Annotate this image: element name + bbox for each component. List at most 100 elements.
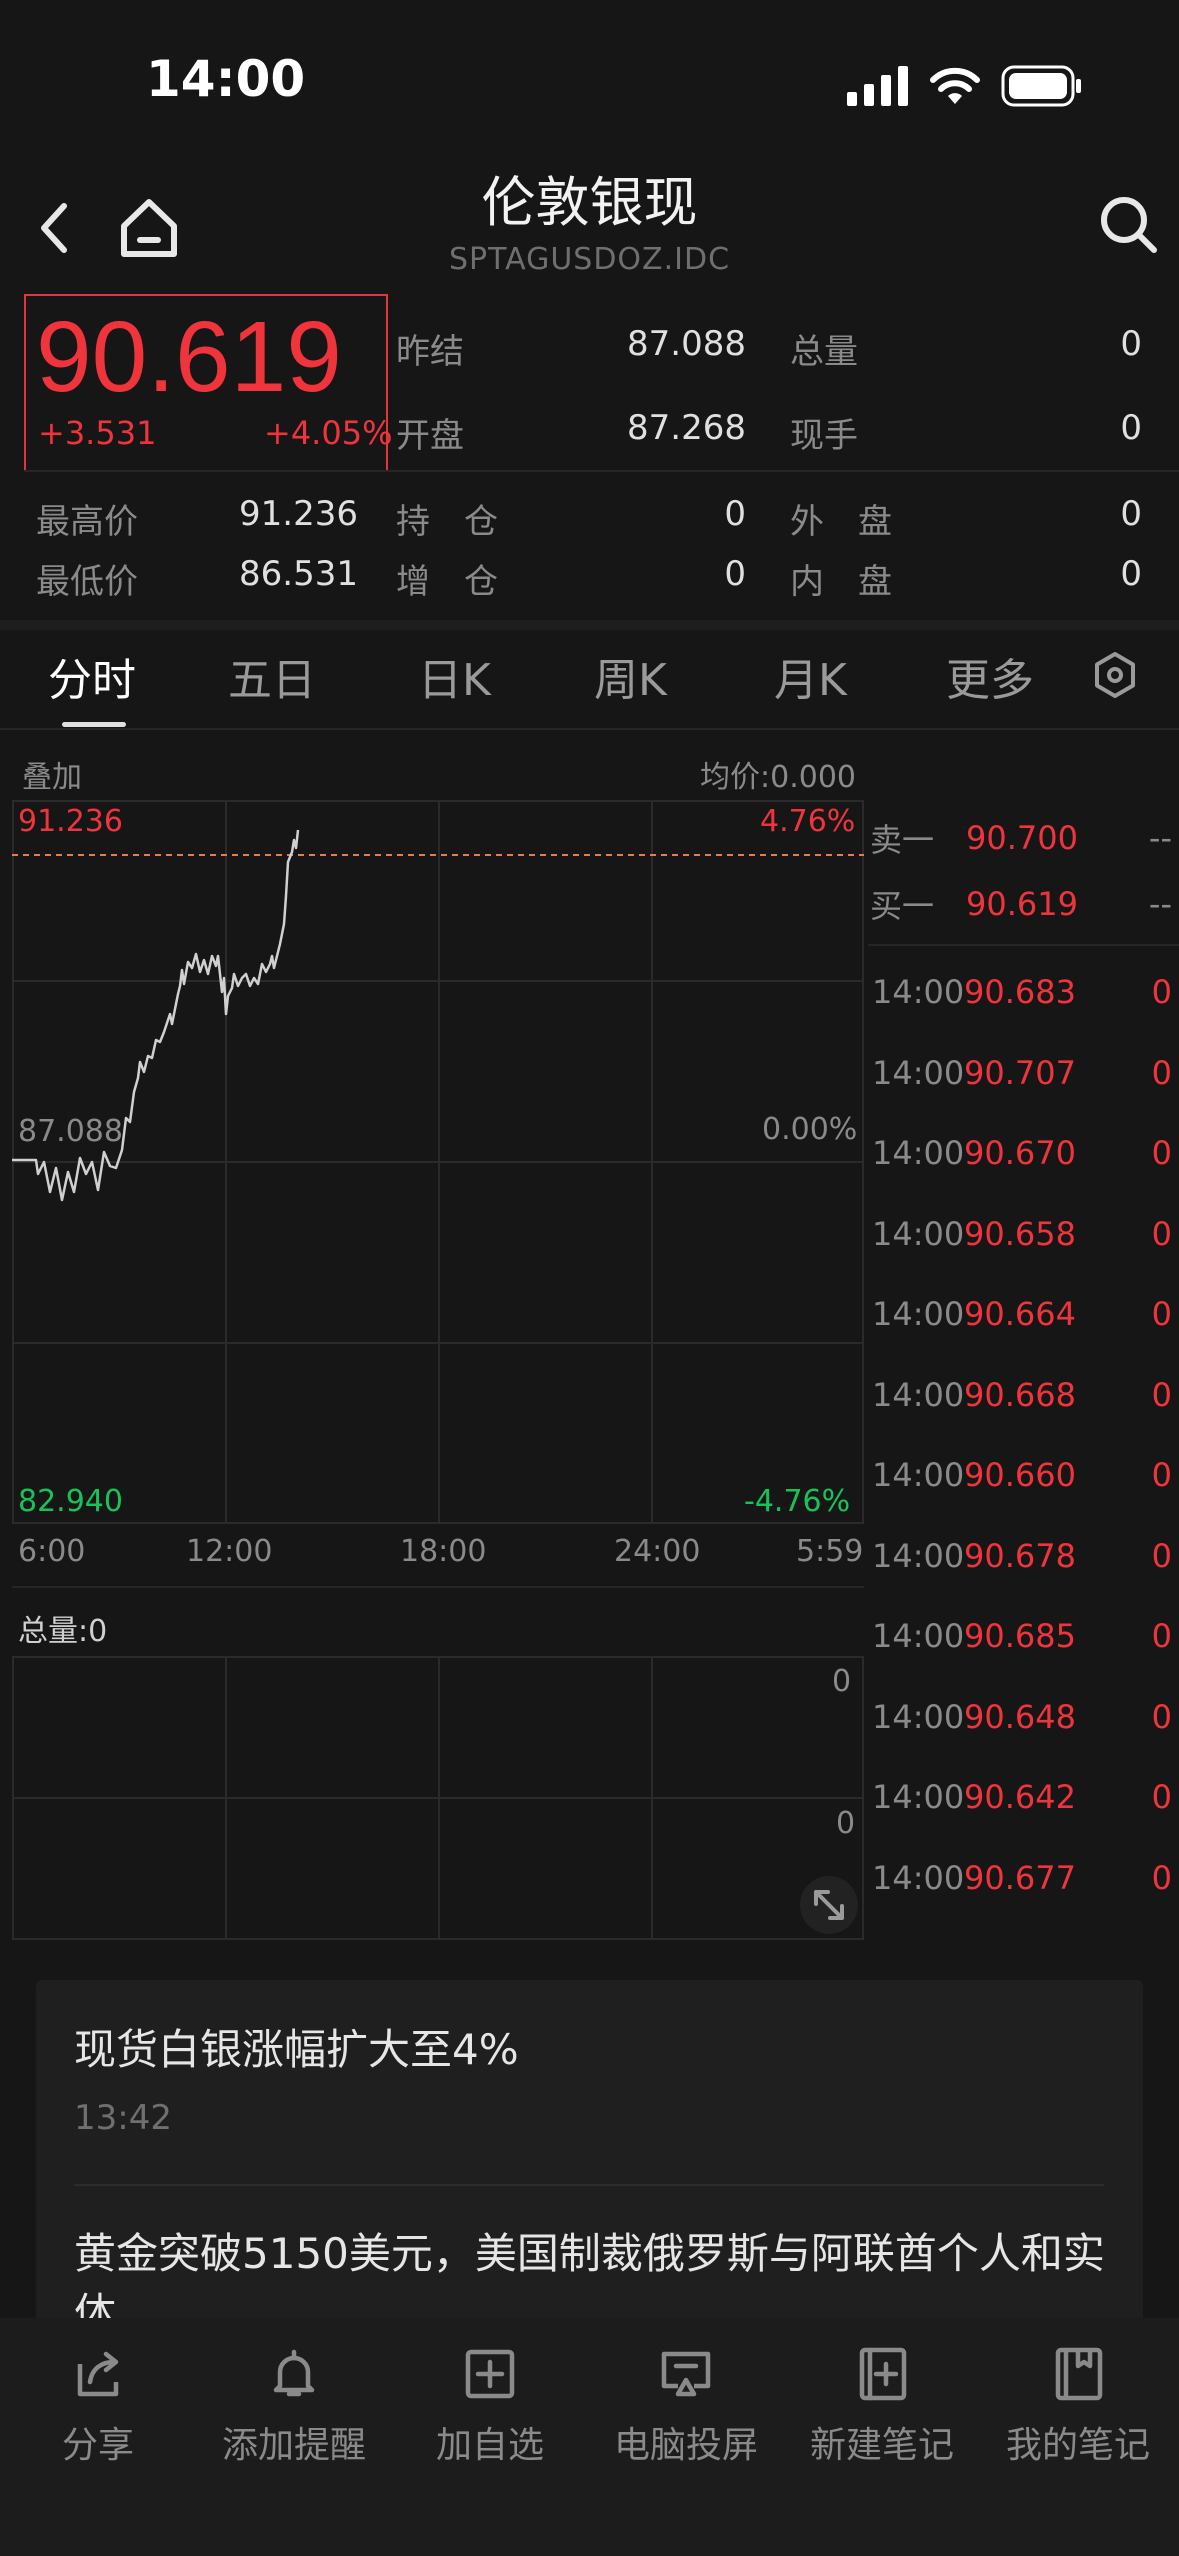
notebook-icon <box>1055 2347 1103 2401</box>
trade-qty: 0 <box>1151 1697 1172 1736</box>
chart-settings-button[interactable] <box>1090 650 1140 700</box>
divider <box>0 728 1179 730</box>
oi-change-value: 0 <box>724 554 746 594</box>
add-watchlist-icon <box>465 2349 515 2399</box>
trade-row: 14:00 90.658 0 <box>868 1204 1179 1264</box>
add-watchlist-label: 加自选 <box>435 2425 544 2466</box>
price-change-pct: +4.05% <box>264 414 393 452</box>
outer-volume-value: 0 <box>1120 494 1142 534</box>
trade-row: 14:00 90.668 0 <box>868 1365 1179 1425</box>
y-axis-prev-pct: 0.00% <box>762 1112 858 1147</box>
status-icons <box>847 64 1083 108</box>
y-axis-high: 91.236 <box>18 804 123 839</box>
trade-price: 90.670 <box>964 1134 1076 1172</box>
page-title: 伦敦银现 <box>481 171 698 234</box>
sell-one-price: 90.700 <box>966 819 1078 857</box>
tab-active-indicator <box>62 722 126 727</box>
tab-monthly-k[interactable]: 月K <box>774 644 847 708</box>
trade-price: 90.707 <box>964 1053 1076 1092</box>
trade-row: 14:00 90.670 0 <box>868 1123 1179 1183</box>
tab-intraday[interactable]: 分时 <box>48 644 136 708</box>
trade-price: 90.668 <box>964 1375 1076 1414</box>
trade-time: 14:00 <box>872 1053 965 1092</box>
trade-price: 90.664 <box>964 1295 1076 1333</box>
intraday-chart[interactable] <box>12 800 864 1524</box>
trade-qty: 0 <box>1151 1375 1172 1414</box>
cast-screen-button[interactable]: 电脑投屏 <box>588 2346 784 2468</box>
current-hand-label: 现手 <box>790 416 858 456</box>
trade-time: 14:00 <box>872 1778 965 1816</box>
inner-volume-label: 内 盘 <box>790 562 892 602</box>
y-axis-prev: 87.088 <box>18 1114 123 1149</box>
bell-icon <box>273 2349 315 2397</box>
trade-price: 90.683 <box>964 973 1076 1011</box>
divider <box>868 944 1179 946</box>
trade-qty: 0 <box>1151 1858 1172 1897</box>
tab-daily-k[interactable]: 日K <box>418 644 491 708</box>
add-watchlist-button[interactable]: 加自选 <box>392 2346 588 2468</box>
trade-price: 90.685 <box>964 1617 1076 1655</box>
y-axis-low: 82.940 <box>18 1484 123 1519</box>
divider <box>74 2184 1104 2186</box>
buy-one-price: 90.619 <box>966 885 1078 923</box>
trade-qty: 0 <box>1151 973 1172 1011</box>
sell-one-row: 卖一 90.700 -- <box>868 808 1179 868</box>
news-title[interactable]: 现货白银涨幅扩大至4% <box>74 2016 519 2077</box>
total-volume-value: 0 <box>1120 324 1142 364</box>
trade-price: 90.678 <box>964 1536 1076 1575</box>
trade-row: 14:00 90.685 0 <box>868 1606 1179 1666</box>
inner-volume-value: 0 <box>1120 554 1142 594</box>
x-axis-label: 18:00 <box>400 1534 487 1569</box>
overlay-button[interactable]: 叠加 <box>22 752 82 796</box>
tab-more[interactable]: 更多 <box>946 644 1034 708</box>
search-button[interactable] <box>1096 192 1162 258</box>
my-notes-button[interactable]: 我的笔记 <box>980 2346 1176 2468</box>
volume-axis-mid: 0 <box>836 1806 856 1841</box>
trade-time: 14:00 <box>872 1858 965 1897</box>
x-axis-label: 24:00 <box>614 1534 701 1569</box>
trade-row: 14:00 90.677 0 <box>868 1848 1179 1908</box>
section-gap <box>0 620 1179 630</box>
search-icon <box>1101 197 1157 253</box>
trade-time: 14:00 <box>872 1375 965 1414</box>
buy-one-qty: -- <box>1148 885 1172 923</box>
trade-qty: 0 <box>1151 1617 1172 1655</box>
new-note-button[interactable]: 新建笔记 <box>784 2346 980 2468</box>
trade-qty: 0 <box>1151 1053 1172 1092</box>
trade-price: 90.660 <box>964 1456 1076 1494</box>
oi-change-label: 增 仓 <box>396 562 498 602</box>
share-button[interactable]: 分享 <box>0 2346 196 2468</box>
trade-row: 14:00 90.642 0 <box>868 1767 1179 1827</box>
trade-price: 90.677 <box>964 1858 1076 1897</box>
volume-chart[interactable] <box>12 1656 864 1940</box>
prev-settle-label: 昨结 <box>396 332 464 372</box>
status-time: 14:00 <box>146 50 306 108</box>
add-alert-button[interactable]: 添加提醒 <box>196 2346 392 2468</box>
x-axis-label: 5:59 <box>796 1534 864 1569</box>
news-time: 13:42 <box>74 2098 172 2138</box>
trade-row: 14:00 90.678 0 <box>868 1526 1179 1586</box>
my-notes-label: 我的笔记 <box>1005 2425 1150 2466</box>
trade-time: 14:00 <box>872 1214 965 1253</box>
tab-five-day[interactable]: 五日 <box>228 644 316 708</box>
current-hand-value: 0 <box>1120 408 1142 448</box>
trade-qty: 0 <box>1151 1536 1172 1575</box>
x-axis-label: 12:00 <box>186 1534 273 1569</box>
expand-icon <box>814 1890 844 1920</box>
trade-time: 14:00 <box>872 1697 965 1736</box>
divider <box>24 470 1179 472</box>
share-icon <box>77 2351 119 2397</box>
trade-time: 14:00 <box>872 1134 965 1172</box>
trade-row: 14:00 90.683 0 <box>868 962 1179 1022</box>
fullscreen-button[interactable] <box>800 1876 858 1934</box>
bottom-action-bar: 分享 添加提醒 加自选 电脑投屏 新建笔记 我的笔记 <box>0 2318 1179 2556</box>
share-label: 分享 <box>61 2425 134 2466</box>
tab-weekly-k[interactable]: 周K <box>594 644 667 708</box>
trade-row: 14:00 90.648 0 <box>868 1687 1179 1747</box>
trade-price: 90.648 <box>964 1697 1076 1736</box>
trade-time: 14:00 <box>872 1295 965 1333</box>
cast-screen-icon <box>661 2351 711 2397</box>
x-axis-label: 6:00 <box>18 1534 86 1569</box>
wifi-icon <box>930 67 980 104</box>
trade-qty: 0 <box>1151 1295 1172 1333</box>
